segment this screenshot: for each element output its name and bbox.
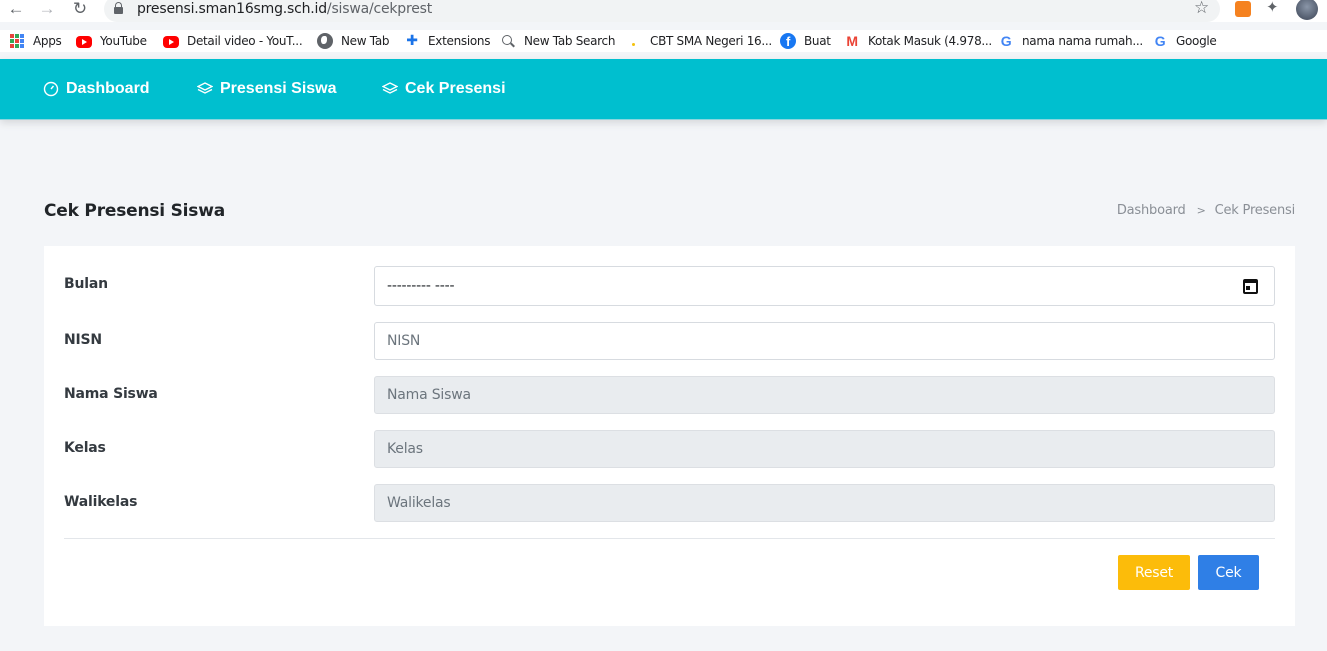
bookmark-extensions[interactable]: ✚ Extensions bbox=[404, 30, 490, 52]
breadcrumb: Dashboard > Cek Presensi bbox=[1117, 203, 1295, 218]
nisn-label: NISN bbox=[64, 332, 102, 348]
bookmark-label: Google bbox=[1176, 34, 1217, 48]
search-icon bbox=[500, 33, 516, 49]
extensions-puzzle-icon[interactable]: ✦ bbox=[1266, 0, 1282, 16]
bookmark-label: Apps bbox=[33, 34, 62, 48]
nama-siswa-input: Nama Siswa bbox=[374, 376, 1275, 414]
bookmark-label: Buat bbox=[804, 34, 831, 48]
walikelas-placeholder: Walikelas bbox=[387, 495, 451, 511]
cek-button[interactable]: Cek bbox=[1198, 555, 1259, 590]
lock-icon[interactable] bbox=[114, 2, 123, 14]
layers-icon bbox=[382, 82, 398, 94]
reload-icon[interactable]: ↻ bbox=[70, 0, 90, 20]
breadcrumb-dashboard[interactable]: Dashboard bbox=[1117, 203, 1186, 218]
bookmark-kotak-masuk[interactable]: M Kotak Masuk (4.978... bbox=[844, 30, 992, 52]
kelas-input: Kelas bbox=[374, 430, 1275, 468]
bookmark-label: New Tab bbox=[341, 34, 390, 48]
profile-avatar[interactable] bbox=[1296, 0, 1318, 20]
facebook-icon: f bbox=[780, 33, 796, 49]
nav-label: Presensi Siswa bbox=[220, 80, 337, 97]
page-title: Cek Presensi Siswa bbox=[44, 201, 225, 221]
bookmark-detail-video[interactable]: Detail video - YouT... bbox=[163, 30, 303, 52]
reset-button[interactable]: Reset bbox=[1118, 555, 1190, 590]
nav-label: Cek Presensi bbox=[405, 80, 506, 97]
nav-cek-presensi[interactable]: Cek Presensi bbox=[382, 59, 506, 119]
calendar-icon[interactable] bbox=[1243, 279, 1258, 294]
google-icon: G bbox=[1154, 33, 1166, 49]
url-path: /siswa/cekprest bbox=[326, 1, 433, 17]
bookmark-star-icon[interactable]: ☆ bbox=[1194, 0, 1209, 17]
bookmark-buat[interactable]: f Buat bbox=[780, 30, 831, 52]
layers-icon bbox=[197, 82, 213, 94]
nama-siswa-placeholder: Nama Siswa bbox=[387, 387, 471, 403]
speedometer-icon bbox=[43, 81, 59, 97]
youtube-icon bbox=[163, 36, 179, 48]
form-divider bbox=[64, 538, 1275, 539]
nav-presensi-siswa[interactable]: Presensi Siswa bbox=[197, 59, 337, 119]
url-text[interactable]: presensi.sman16smg.sch.id/siswa/cekprest bbox=[137, 1, 432, 17]
bookmark-label: Extensions bbox=[428, 34, 491, 48]
google-icon: G bbox=[1000, 33, 1012, 49]
bookmark-apps[interactable]: Apps bbox=[9, 30, 62, 52]
walikelas-label: Walikelas bbox=[64, 494, 138, 510]
bulan-month-input[interactable]: --------- ---- bbox=[374, 266, 1275, 306]
bookmark-label: Kotak Masuk (4.978... bbox=[868, 34, 992, 48]
chevron-right-icon: > bbox=[1196, 204, 1206, 217]
nav-label: Dashboard bbox=[66, 80, 150, 97]
bookmark-youtube[interactable]: YouTube bbox=[76, 30, 147, 52]
bookmark-label: New Tab Search bbox=[524, 34, 616, 48]
breadcrumb-current: Cek Presensi bbox=[1214, 203, 1296, 218]
browser-toolbar: ← → ↻ presensi.sman16smg.sch.id/siswa/ce… bbox=[0, 0, 1327, 22]
kelas-label: Kelas bbox=[64, 440, 106, 456]
bulan-label: Bulan bbox=[64, 276, 108, 292]
extension-icon[interactable] bbox=[1235, 1, 1251, 17]
nama-siswa-label: Nama Siswa bbox=[64, 386, 158, 402]
nisn-placeholder: NISN bbox=[387, 333, 421, 349]
bookmark-new-tab[interactable]: New Tab bbox=[317, 30, 390, 52]
walikelas-input: Walikelas bbox=[374, 484, 1275, 522]
form-card: Bulan --------- ---- NISN NISN Nama Sisw… bbox=[44, 246, 1295, 626]
forward-arrow-icon[interactable]: → bbox=[37, 0, 57, 20]
bookmark-cbt[interactable]: CBT SMA Negeri 16... bbox=[626, 30, 772, 52]
bookmark-new-tab-search[interactable]: New Tab Search bbox=[500, 30, 615, 52]
youtube-icon bbox=[76, 36, 92, 48]
bulan-value: --------- ---- bbox=[387, 278, 455, 294]
puzzle-icon: ✚ bbox=[406, 33, 418, 49]
kelas-placeholder: Kelas bbox=[387, 441, 423, 457]
nav-dashboard[interactable]: Dashboard bbox=[43, 59, 150, 119]
back-arrow-icon[interactable]: ← bbox=[6, 0, 26, 20]
site-icon bbox=[626, 33, 642, 49]
bookmark-google[interactable]: G Google bbox=[1152, 30, 1217, 52]
bookmark-label: nama nama rumah... bbox=[1022, 34, 1143, 48]
bookmark-label: CBT SMA Negeri 16... bbox=[650, 34, 772, 48]
gmail-icon: M bbox=[846, 33, 858, 49]
bookmark-nama-rumah[interactable]: G nama nama rumah... bbox=[998, 30, 1143, 52]
bookmark-label: Detail video - YouT... bbox=[187, 34, 303, 48]
url-host: presensi.sman16smg.sch.id bbox=[137, 1, 327, 17]
bookmarks-bar: Apps YouTube Detail video - YouT... New … bbox=[0, 30, 1327, 52]
nisn-input[interactable]: NISN bbox=[374, 322, 1275, 360]
bookmark-label: YouTube bbox=[100, 34, 147, 48]
globe-icon bbox=[317, 33, 333, 49]
app-navbar: Dashboard Presensi Siswa Cek Presensi bbox=[0, 59, 1327, 120]
apps-grid-icon bbox=[9, 33, 25, 49]
